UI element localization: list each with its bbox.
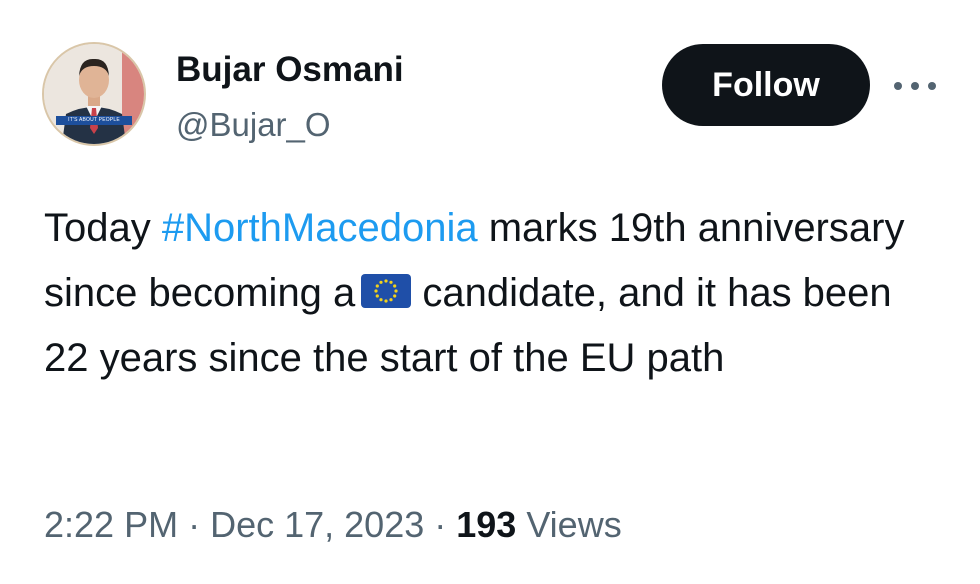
tweet-meta: 2:22 PM · Dec 17, 2023 · 193 Views — [44, 504, 622, 546]
avatar-image — [44, 44, 144, 144]
more-horizontal-icon[interactable] — [890, 72, 940, 100]
meta-separator: · — [424, 504, 457, 545]
display-name[interactable]: Bujar Osmani — [176, 50, 404, 90]
more-dot — [894, 82, 902, 90]
views-count[interactable]: 193 — [456, 504, 516, 545]
avatar-caption: IT'S ABOUT PEOPLE — [56, 116, 132, 125]
user-handle[interactable]: @Bujar_O — [176, 106, 331, 144]
tweet-time[interactable]: 2:22 PM — [44, 504, 178, 545]
tweet-text: Today #NorthMacedonia marks 19th anniver… — [44, 196, 944, 391]
tweet-date[interactable]: Dec 17, 2023 — [210, 504, 424, 545]
tweet-text-part: Today — [44, 206, 162, 250]
more-dot — [928, 82, 936, 90]
views-label[interactable]: Views — [516, 504, 621, 545]
eu-flag-icon — [361, 274, 412, 308]
meta-separator: · — [178, 504, 211, 545]
follow-button[interactable]: Follow — [662, 44, 870, 126]
more-dot — [911, 82, 919, 90]
avatar[interactable]: IT'S ABOUT PEOPLE — [42, 42, 146, 146]
hashtag-link[interactable]: #NorthMacedonia — [162, 206, 478, 250]
tweet-card: IT'S ABOUT PEOPLE Bujar Osmani @Bujar_O … — [0, 0, 980, 584]
